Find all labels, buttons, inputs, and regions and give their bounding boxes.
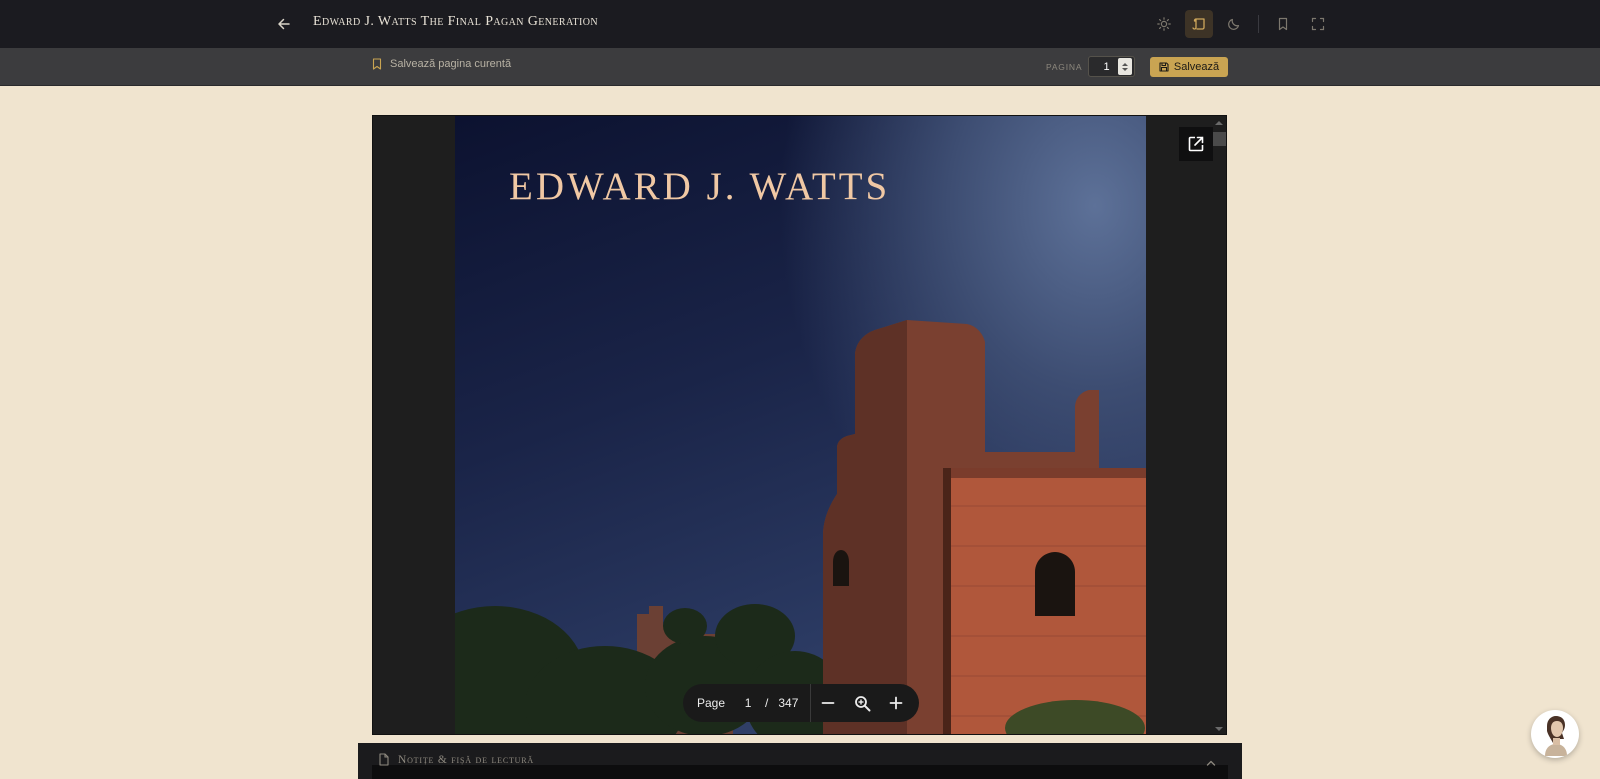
light-mode-button[interactable] [1150,10,1178,38]
zoom-icon [855,695,871,711]
moon-icon [1228,18,1240,30]
toolbar-divider [1258,15,1259,33]
save-current-page-link[interactable]: Salvează pagina curentă [372,58,511,70]
save-button[interactable]: Salvează [1150,57,1228,77]
page-separator: / [765,696,769,710]
page-number-value: 1 [1103,60,1110,73]
zoom-out-button[interactable] [811,684,845,722]
dark-mode-button[interactable] [1220,10,1248,38]
open-in-new-window-button[interactable] [1179,127,1213,161]
collapse-toggle[interactable] [1206,754,1216,772]
page-label: Page [697,696,726,710]
current-page-input[interactable]: 1 [733,696,763,710]
total-pages: 347 [778,696,799,710]
fullscreen-icon [1311,17,1325,31]
bookmark-icon [372,58,382,70]
cover-author-name: EDWARD J. WATTS [509,165,891,208]
document-icon [379,753,389,766]
viewer-scrollbar[interactable] [1212,116,1226,734]
page-field-label: PAGINA [1046,62,1083,72]
chevron-up-icon [1206,760,1216,766]
top-bar: Edward J. Watts The Final Pagan Generati… [0,0,1600,48]
scroll-up-arrow[interactable] [1215,121,1223,125]
notes-panel-header[interactable]: Notițe & fișă de lectură [378,753,534,766]
page-number-input[interactable]: 1 [1088,56,1135,77]
sun-icon [1157,17,1171,31]
back-button[interactable] [272,12,296,36]
notes-panel-title: Notițe & fișă de lectură [398,753,534,766]
zoom-reset-button[interactable] [845,684,879,722]
notes-content-area [372,765,1228,779]
bookmark-button[interactable] [1269,10,1297,38]
book-cover-page: EDWARD J. WATTS [455,116,1146,734]
plus-icon [890,696,903,710]
scroll-thumb[interactable] [1212,132,1226,146]
zoom-in-button[interactable] [879,684,913,722]
minus-icon [822,702,835,704]
sepia-mode-button[interactable] [1185,10,1213,38]
page-number-stepper[interactable] [1118,58,1132,75]
pdf-page-toolbar: Page 1 / 347 [683,684,919,722]
scroll-down-arrow[interactable] [1215,727,1223,731]
scroll-icon [1192,18,1205,30]
back-arrow-icon [278,18,290,30]
document-title: Edward J. Watts The Final Pagan Generati… [313,14,599,29]
pdf-viewer[interactable]: EDWARD J. WATTS Page 1 / 347 [372,115,1227,735]
classical-bust-icon [1545,716,1567,756]
save-button-label: Salvează [1173,61,1220,73]
save-current-page-label: Salvează pagina curentă [390,58,512,70]
bookmark-icon [1278,17,1288,31]
reading-progress-bar: Salvează pagina curentă PAGINA 1 Salveaz… [0,48,1600,86]
notes-panel: Notițe & fișă de lectură [358,743,1242,779]
external-link-icon [1188,136,1204,152]
save-icon [1159,62,1169,72]
assistant-avatar[interactable] [1531,710,1579,758]
fullscreen-button[interactable] [1304,10,1332,38]
